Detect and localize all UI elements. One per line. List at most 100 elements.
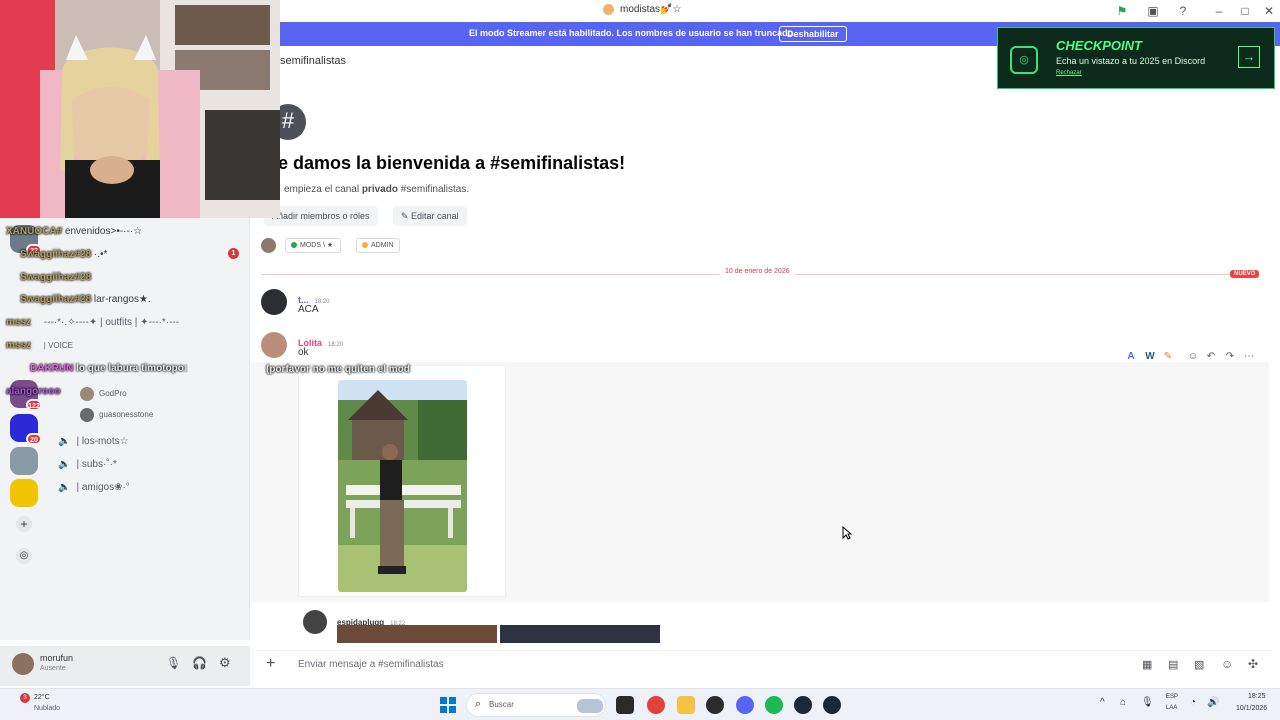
composer-placeholder: Enviar mensaje a #semifinalistas bbox=[298, 659, 444, 670]
message-text: ACA bbox=[298, 304, 319, 315]
wifi-icon[interactable]: ◔ bbox=[1190, 697, 1196, 708]
add-members-button[interactable]: Añadir miembros o roles bbox=[264, 206, 378, 226]
translate-icon[interactable]: A bbox=[1124, 350, 1138, 364]
weather-temp: 22°C bbox=[34, 694, 50, 701]
settings-gear-icon[interactable]: ⚙ bbox=[219, 655, 231, 671]
sidebar-item-los-mots[interactable]: 🔈 | los-mots☆ bbox=[58, 436, 129, 447]
message-text: ok bbox=[298, 347, 309, 358]
gif-icon[interactable]: ▤ bbox=[1168, 658, 1178, 671]
overlay-chat-line: alangorooo bbox=[6, 386, 60, 397]
user-panel: morufun Ausente 🎙 🎧 ⚙ bbox=[0, 646, 250, 686]
minimize-icon[interactable]: – bbox=[1212, 4, 1226, 18]
close-icon[interactable]: ✕ bbox=[1262, 4, 1276, 18]
speaker-icon: 🔈 bbox=[58, 482, 71, 493]
role-color-dot bbox=[291, 242, 297, 248]
edit-channel-button[interactable]: ✎ Editar canal bbox=[393, 206, 467, 226]
photo-svg bbox=[338, 380, 467, 592]
sidebar-item-amigos[interactable]: 🔈 | amigos❀·° bbox=[58, 482, 130, 493]
welcome-suffix: #semifinalistas. bbox=[400, 184, 470, 195]
role-chip-mods[interactable]: MODS \ ★· bbox=[285, 238, 342, 253]
more-icon[interactable]: ⋯ bbox=[1242, 350, 1256, 364]
image-attachment[interactable] bbox=[337, 625, 497, 643]
promo-subtitle: Echa un vistazo a tu 2025 en Discord bbox=[1056, 56, 1206, 66]
file-app-icon[interactable] bbox=[616, 696, 634, 714]
microphone-icon[interactable]: 🎙 bbox=[166, 656, 181, 670]
edit-channel-label: Editar canal bbox=[411, 211, 459, 221]
apps-icon[interactable]: ✣ bbox=[1248, 657, 1258, 671]
maximize-icon[interactable]: □ bbox=[1238, 4, 1252, 18]
app-icon[interactable] bbox=[706, 696, 724, 714]
checkpoint-promo[interactable]: ◎ CHECKPOINT Echa un vistazo a tu 2025 e… bbox=[997, 27, 1275, 89]
server-icon[interactable]: 20 bbox=[10, 414, 42, 445]
overlay-chat-user: Swaggiihaz#28 bbox=[20, 294, 92, 305]
network-icon[interactable]: ⌂ bbox=[1120, 697, 1126, 708]
role-chip-admin[interactable]: ADMIN bbox=[356, 238, 400, 253]
flag-icon[interactable]: ⚑ bbox=[1115, 4, 1129, 18]
chrome-icon[interactable] bbox=[647, 696, 665, 714]
channel-label: | los-mots☆ bbox=[76, 436, 129, 447]
forward-icon[interactable]: ↷ bbox=[1223, 350, 1237, 364]
os-taskbar: 3 22°C Nublado ⌕ Buscar ^ ⌂ 🎙 ESP LAA ◔ … bbox=[0, 688, 1280, 720]
chevron-up-icon[interactable]: ^ bbox=[1100, 697, 1105, 708]
avatar[interactable] bbox=[12, 653, 34, 675]
windows-start-icon[interactable] bbox=[440, 697, 456, 713]
overlay-chat-user: DAKRUN bbox=[30, 363, 74, 374]
streamer-mode-message: El modo Streamer está habilitado. Los no… bbox=[469, 28, 796, 38]
pencil-icon: ✎ bbox=[401, 211, 412, 221]
user-name: morufun bbox=[40, 653, 74, 663]
welcome-prefix: empieza el canal bbox=[284, 184, 360, 195]
message-time: 18:20 bbox=[328, 342, 344, 348]
promo-dismiss-link[interactable]: Rechazar bbox=[1056, 70, 1082, 76]
voice-user[interactable]: guasonesstone bbox=[99, 410, 153, 419]
checkpoint-logo-icon: ◎ bbox=[1010, 46, 1038, 74]
disable-streamer-button[interactable]: Deshabilitar bbox=[779, 26, 847, 42]
image-attachment[interactable] bbox=[500, 625, 660, 643]
avatar[interactable] bbox=[261, 238, 276, 253]
overlay-chat-line: Swaggiihaz#28 bbox=[20, 272, 91, 283]
server-icon[interactable] bbox=[10, 447, 38, 475]
message-composer[interactable]: + Enviar mensaje a #semifinalistas ▦ ▤ ▧… bbox=[258, 650, 1272, 678]
reaction-icon[interactable]: ☺ bbox=[1186, 350, 1200, 364]
headphones-icon[interactable]: 🎧 bbox=[192, 656, 207, 670]
overlay-chat-user: XANUOCA# bbox=[6, 226, 63, 237]
inbox-icon[interactable]: ▣ bbox=[1146, 4, 1160, 18]
overlay-chat-line: XANUOCA# envenidos>•-·-·☆ bbox=[6, 226, 142, 237]
overlay-chat-line: Swaggiihaz#28 ·.•* bbox=[20, 249, 107, 260]
overlay-chat-user: mssz bbox=[6, 340, 32, 351]
volume-icon[interactable]: 🔊 bbox=[1207, 697, 1219, 708]
brush-icon[interactable]: ✎ bbox=[1161, 350, 1175, 364]
avatar[interactable] bbox=[80, 387, 94, 401]
attach-plus-icon[interactable]: + bbox=[266, 655, 275, 673]
server-icon[interactable] bbox=[10, 479, 38, 507]
explore-icon[interactable]: ◎ bbox=[16, 548, 32, 564]
mention-badge: 20 bbox=[26, 433, 42, 445]
avatar[interactable] bbox=[261, 289, 287, 315]
voice-user[interactable]: GodPro bbox=[99, 389, 127, 398]
add-server-icon[interactable]: + bbox=[16, 516, 32, 532]
weather-widget[interactable]: 3 bbox=[8, 693, 36, 717]
taskbar-search[interactable]: ⌕ Buscar bbox=[466, 693, 606, 717]
gift-icon[interactable]: ▦ bbox=[1142, 658, 1152, 671]
avatar[interactable] bbox=[261, 332, 287, 358]
steam-icon[interactable] bbox=[823, 696, 841, 714]
avatar[interactable] bbox=[303, 610, 327, 634]
folder-icon[interactable] bbox=[677, 696, 695, 714]
search-placeholder: Buscar bbox=[489, 700, 514, 709]
sticker-icon[interactable]: ▧ bbox=[1194, 658, 1204, 671]
help-icon[interactable]: ? bbox=[1176, 4, 1190, 18]
webcam-svg bbox=[0, 0, 280, 218]
steam-icon[interactable] bbox=[794, 696, 812, 714]
clock-date: 10/1/2026 bbox=[1236, 705, 1268, 712]
avatar[interactable] bbox=[80, 408, 94, 422]
word-icon[interactable]: W bbox=[1143, 350, 1157, 364]
discord-icon[interactable] bbox=[736, 696, 754, 714]
reply-icon[interactable]: ↶ bbox=[1204, 350, 1218, 364]
mic-tray-icon[interactable]: 🎙 bbox=[1141, 697, 1154, 708]
language-bottom: LAA bbox=[1166, 705, 1178, 711]
spotify-icon[interactable] bbox=[765, 696, 783, 714]
overlay-chat-text: ---·*·.✧----✦ | outfits | ✦---·*·--- bbox=[43, 317, 180, 328]
emoji-icon[interactable]: ☺ bbox=[1221, 657, 1233, 671]
promo-arrow-icon[interactable]: → bbox=[1238, 46, 1260, 68]
photo-image[interactable] bbox=[338, 380, 467, 592]
sidebar-item-subs[interactable]: 🔈 | subs·˚·* bbox=[58, 459, 117, 470]
